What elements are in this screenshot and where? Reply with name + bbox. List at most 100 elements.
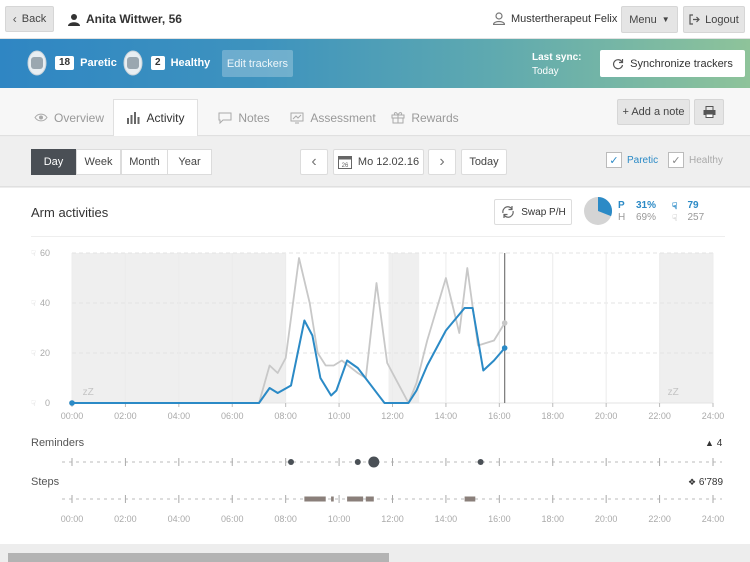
- range-day-button[interactable]: Day: [31, 149, 76, 175]
- last-sync-value: Today: [532, 66, 559, 77]
- x-tick-label: 22:00: [648, 411, 671, 421]
- tracker-count: 18: [55, 56, 75, 70]
- therapist-area: Mustertherapeut Felix: [493, 12, 617, 25]
- x-tick-label: 12:00: [381, 411, 404, 421]
- steps-bar: [304, 496, 326, 502]
- steps-count: 6'789: [698, 477, 724, 488]
- paretic-checkbox[interactable]: ✓ Paretic: [606, 152, 658, 168]
- x-tick-label: 24:00: [702, 411, 725, 421]
- eye-icon: [34, 113, 48, 122]
- chevron-right-icon: ›: [439, 153, 445, 170]
- tab-assessment[interactable]: Assessment: [287, 99, 379, 136]
- range-week-button[interactable]: Week: [76, 149, 121, 175]
- bell-icon: ▲: [705, 438, 714, 448]
- today-button[interactable]: Today: [461, 149, 507, 175]
- date-label: Mo 12.02.16: [357, 156, 420, 168]
- reminders-count-area: ▲ 4: [705, 438, 722, 449]
- steps-x-label: 08:00: [274, 514, 297, 524]
- steps-track: 00:00 02:00 04:00 06:00 08:00 10:00 12:00 14:00…: [61, 495, 724, 524]
- sleep-mark: zZ: [668, 387, 679, 398]
- healthy-checkbox[interactable]: ✓ Healthy: [668, 152, 723, 168]
- y-tick-label: 60: [40, 248, 50, 258]
- x-tick-label: 00:00: [61, 411, 84, 421]
- tab-label: Notes: [238, 110, 270, 125]
- tracker-watch-icon: [27, 50, 47, 76]
- patient-name-area: Anita Wittwer, 56: [68, 12, 182, 26]
- inactive-band: [659, 253, 713, 403]
- steps-x-label: 20:00: [595, 514, 618, 524]
- arm-activities-chart: 0 ☟ 20 ☟ 40 ☟ 60 ☟ 00:00 02:00 04:00 06:00 08:00 10:0…: [31, 248, 725, 421]
- range-month-button[interactable]: Month: [121, 149, 168, 175]
- footprints-icon: ❖: [688, 477, 697, 487]
- menu-label: Menu: [629, 13, 657, 26]
- patient-icon: [68, 13, 80, 26]
- steps-bar: [347, 496, 364, 502]
- tab-label: Overview: [53, 110, 104, 125]
- tab-notes[interactable]: Notes: [210, 99, 278, 136]
- previous-day-button[interactable]: ‹: [300, 149, 328, 175]
- bar-chart-icon: [127, 112, 140, 124]
- x-tick-label: 10:00: [328, 411, 351, 421]
- reminder-dot: [477, 459, 484, 465]
- synchronize-trackers-button[interactable]: Synchronize trackers: [600, 50, 745, 77]
- logout-button[interactable]: Logout: [683, 6, 745, 33]
- swap-label: Swap P/H: [521, 206, 566, 218]
- steps-x-label: 10:00: [328, 514, 351, 524]
- hand-icon: ☟: [31, 249, 36, 258]
- steps-count-area: ❖ 6'789: [688, 477, 723, 488]
- paretic-healthy-pie: [584, 197, 613, 225]
- paretic-point: [69, 400, 75, 406]
- tab-overview[interactable]: Overview: [25, 99, 113, 136]
- swap-icon: [502, 206, 514, 218]
- last-sync-label: Last sync:: [532, 52, 582, 63]
- x-tick-label: 14:00: [435, 411, 458, 421]
- horizontal-scrollbar[interactable]: [8, 553, 389, 562]
- printer-icon: [703, 106, 715, 118]
- range-year-button[interactable]: Year: [167, 149, 212, 175]
- next-day-button[interactable]: ›: [428, 149, 456, 175]
- reminder-dot: [368, 456, 380, 468]
- add-note-button[interactable]: + Add a note: [617, 99, 690, 125]
- inactive-band: [388, 253, 420, 403]
- reminders-track: [62, 456, 722, 468]
- tracker-banner: 18 Paretic 2 Healthy Edit trackers Last …: [0, 39, 750, 88]
- paretic-count: 79: [687, 200, 699, 211]
- swap-ph-button[interactable]: Swap P/H: [494, 199, 572, 225]
- healthy-count: 257: [687, 212, 705, 223]
- check-icon: ✓: [668, 152, 684, 168]
- x-tick-label: 04:00: [168, 411, 191, 421]
- edit-trackers-button[interactable]: Edit trackers: [222, 50, 293, 77]
- panel-title: Arm activities: [31, 205, 109, 220]
- print-button[interactable]: [694, 99, 724, 125]
- hand-icon: ☟: [31, 349, 36, 358]
- check-icon: ✓: [606, 152, 622, 168]
- tab-rewards[interactable]: Rewards: [389, 99, 461, 136]
- y-tick-label: 0: [45, 398, 50, 408]
- last-sync: Last sync: Today: [532, 51, 581, 79]
- reminders-label: Reminders: [31, 437, 85, 449]
- steps-x-label: 00:00: [61, 514, 84, 524]
- refresh-icon: [613, 58, 624, 69]
- chevron-left-icon: ‹: [311, 153, 317, 170]
- x-tick-label: 20:00: [595, 411, 618, 421]
- therapist-name: Mustertherapeut Felix: [511, 12, 618, 25]
- therapist-icon: [493, 12, 505, 25]
- healthy-checkbox-label: Healthy: [689, 154, 723, 166]
- sleep-mark: zZ: [83, 387, 94, 398]
- y-tick-label: 20: [40, 348, 50, 358]
- panel-divider: [31, 236, 725, 237]
- menu-button[interactable]: Menu ▼: [621, 6, 678, 33]
- paretic-tracker: 18 Paretic: [25, 49, 117, 77]
- steps-bar: [331, 496, 334, 502]
- tab-activity[interactable]: Activity: [113, 99, 198, 136]
- reminders-count: 4: [716, 438, 723, 449]
- patient-name: Anita Wittwer, 56: [86, 12, 182, 26]
- tab-label: Rewards: [411, 110, 459, 125]
- steps-x-label: 22:00: [648, 514, 671, 524]
- calendar-day: 26: [342, 163, 349, 169]
- steps-x-label: 06:00: [221, 514, 244, 524]
- back-button[interactable]: ‹ Back: [5, 6, 54, 32]
- tracker-label: Healthy: [170, 57, 211, 69]
- date-picker[interactable]: 26 Mo 12.02.16: [333, 149, 424, 175]
- paretic-hand-icon: ☟: [672, 201, 678, 211]
